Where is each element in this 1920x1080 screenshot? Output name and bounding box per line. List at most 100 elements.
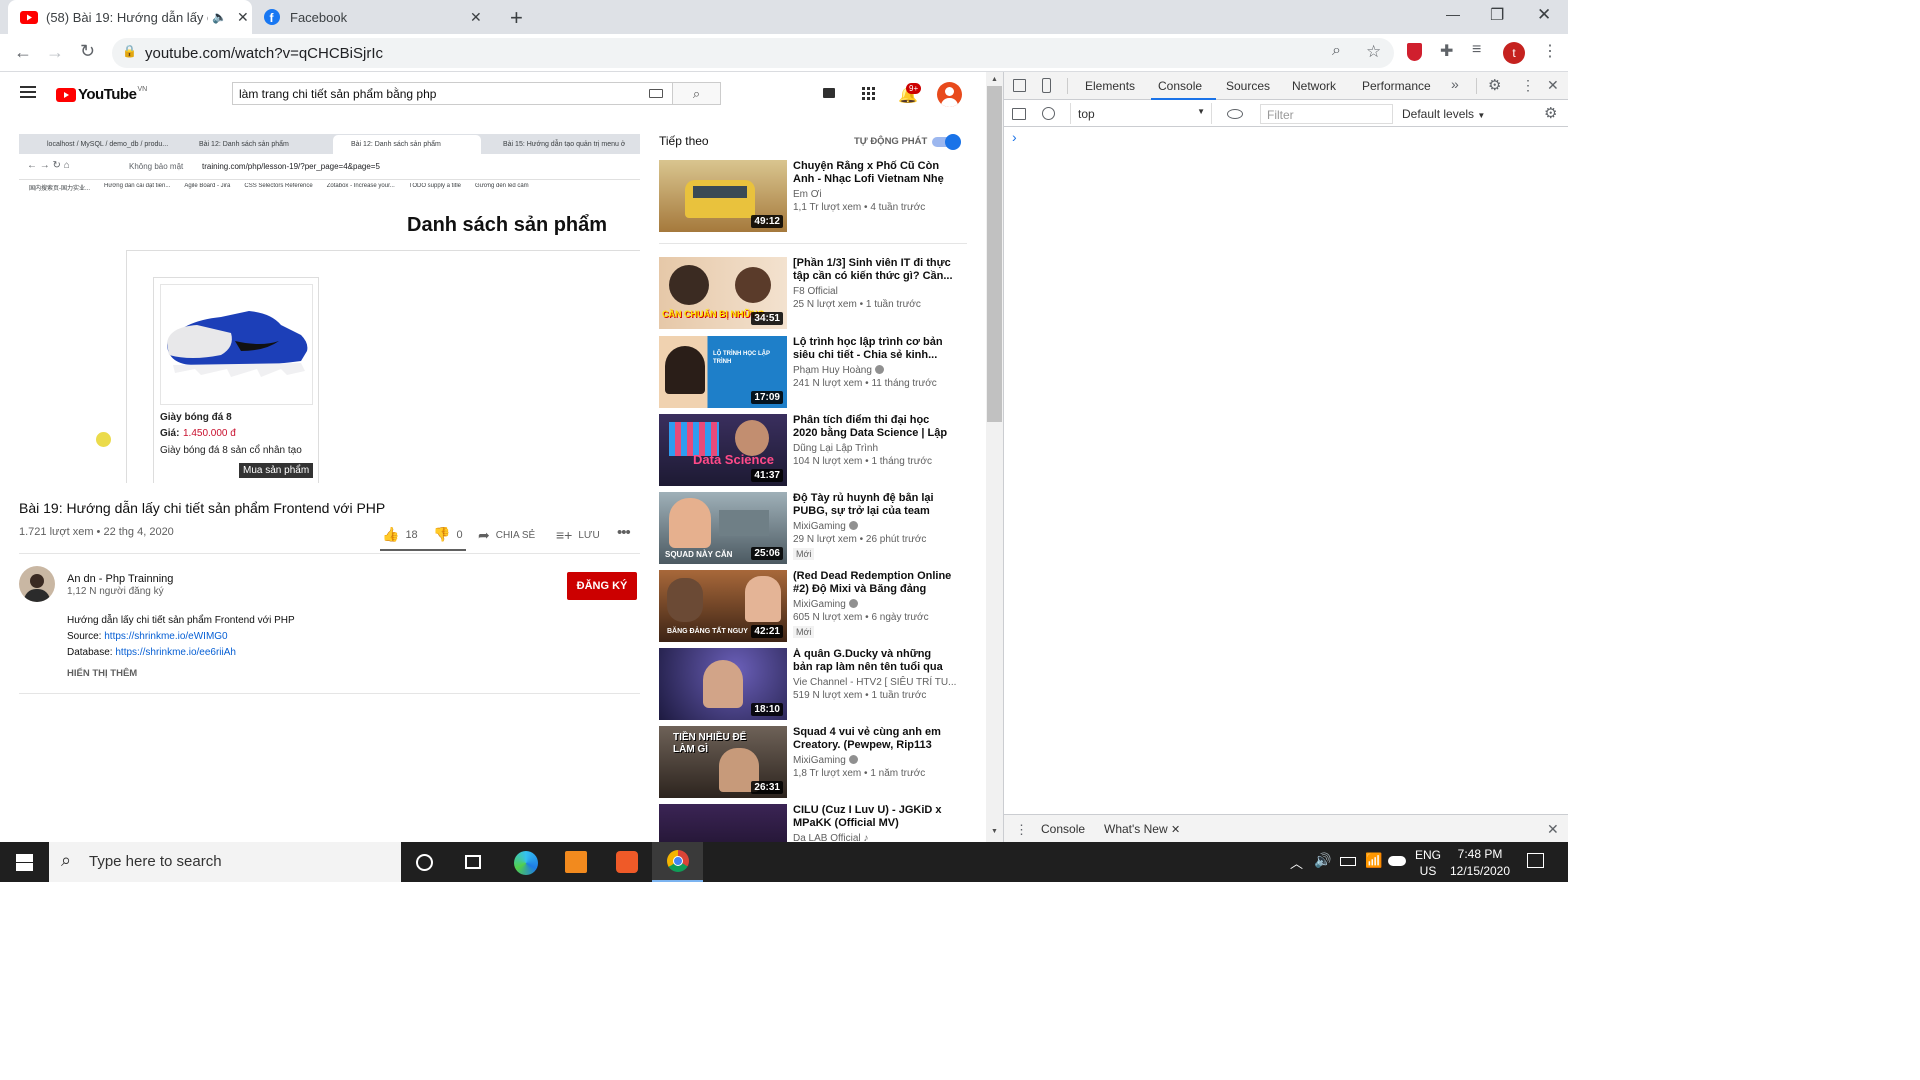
drawer-menu-icon[interactable]: ⋮	[1015, 822, 1028, 838]
video-thumbnail[interactable]: BĂNG ĐẢNG TẤT NGUY 42:21	[659, 570, 787, 642]
video-player[interactable]: localhost / MySQL / demo_db / produ... B…	[19, 134, 640, 483]
device-toolbar-icon[interactable]	[1042, 78, 1051, 93]
language-indicator[interactable]: ENG US	[1415, 847, 1441, 879]
related-video[interactable]: CILU (Cuz I Luv U) - JGKiD x MPaKK (Offi…	[659, 804, 969, 842]
channel-avatar[interactable]	[19, 566, 55, 602]
edge-icon[interactable]	[514, 851, 538, 875]
tab-elements[interactable]: Elements	[1085, 79, 1135, 93]
database-link[interactable]: https://shrinkme.io/ee6riiAh	[115, 647, 236, 658]
related-video[interactable]: BĂNG ĐẢNG TẤT NGUY 42:21 (Red Dead Redemp…	[659, 570, 969, 642]
tab-performance[interactable]: Performance	[1362, 79, 1431, 93]
action-center-icon[interactable]	[1527, 853, 1544, 868]
share-button[interactable]: ➦ CHIA SẺ	[478, 527, 535, 544]
related-video[interactable]: CẦN CHUẨN BỊ NHỮNG 34:51 [Phần 1/3] Sinh …	[659, 257, 969, 329]
related-video[interactable]: LỘ TRÌNH HỌC LẬP TRÌNH 17:09 Lộ trình học…	[659, 336, 969, 408]
app-orange-icon[interactable]	[616, 851, 638, 873]
show-sidebar-icon[interactable]	[1012, 108, 1026, 120]
channel-name[interactable]: An dn - Php Trainning	[67, 573, 173, 585]
video-thumbnail[interactable]	[659, 804, 787, 842]
search-input[interactable]: làm trang chi tiết sản phẩm bằng php	[232, 82, 673, 105]
show-more-button[interactable]: HIỂN THỊ THÊM	[67, 668, 137, 679]
devtools-menu-icon[interactable]: ⋮	[1521, 77, 1535, 94]
like-button[interactable]: 👍 18	[382, 526, 418, 543]
subscribe-button[interactable]: ĐĂNG KÝ	[567, 572, 637, 600]
video-thumbnail[interactable]: 18:10	[659, 648, 787, 720]
sublime-text-icon[interactable]	[565, 851, 587, 873]
more-actions-icon[interactable]: •••	[617, 524, 631, 541]
video-thumbnail[interactable]: Data Science 41:37	[659, 414, 787, 486]
close-window-button[interactable]: ✕	[1537, 5, 1551, 25]
minimize-button[interactable]: —	[1446, 6, 1460, 22]
context-selector[interactable]: top ▼	[1070, 103, 1212, 124]
video-thumbnail[interactable]: TIỀN NHIỀU ĐỂ LÀM GÌ 26:31	[659, 726, 787, 798]
onedrive-icon[interactable]	[1388, 856, 1406, 866]
media-queue-icon[interactable]: ≡	[1472, 41, 1481, 59]
source-link[interactable]: https://shrinkme.io/eWIMG0	[104, 631, 227, 642]
console-filter-input[interactable]: Filter	[1260, 104, 1393, 124]
hamburger-menu-icon[interactable]	[20, 86, 36, 98]
wifi-icon[interactable]: 📶	[1365, 852, 1382, 869]
save-button[interactable]: ≡+ LƯU	[556, 527, 600, 543]
drawer-tab-console[interactable]: Console	[1041, 822, 1085, 836]
related-video[interactable]: 49:12 Chuyện Rằng x Phố Cũ Còn Anh - Nhạ…	[659, 160, 969, 232]
taskbar-search-box[interactable]: ⌕ Type here to search	[49, 842, 401, 882]
chrome-menu-icon[interactable]: ⋮	[1542, 41, 1558, 61]
extensions-icon[interactable]: ✚	[1440, 41, 1453, 61]
tab-facebook[interactable]: f Facebook ✕	[254, 0, 498, 34]
volume-icon[interactable]: 🔊	[1314, 852, 1331, 869]
tab-sources[interactable]: Sources	[1226, 79, 1270, 93]
drawer-tab-close-icon[interactable]: ✕	[1171, 824, 1180, 836]
video-thumbnail[interactable]: LỘ TRÌNH HỌC LẬP TRÌNH 17:09	[659, 336, 787, 408]
tab-youtube[interactable]: (58) Bài 19: Hướng dẫn lấy chi tiết sản …	[8, 0, 252, 34]
apps-grid-icon[interactable]	[862, 87, 875, 100]
speaker-icon[interactable]: 🔈	[212, 10, 227, 24]
forward-icon[interactable]: →	[46, 42, 64, 63]
bookmark-star-icon[interactable]: ☆	[1366, 42, 1381, 62]
tab-console[interactable]: Console	[1158, 79, 1202, 93]
page-scrollbar[interactable]: ▲ ▼	[986, 72, 1003, 842]
related-video[interactable]: Data Science 41:37 Phân tích điểm thi đại…	[659, 414, 969, 486]
devtools-settings-icon[interactable]: ⚙	[1488, 76, 1501, 94]
tab-close-icon[interactable]: ✕	[470, 9, 482, 26]
tray-chevron-icon[interactable]: ︿	[1290, 853, 1303, 872]
keyboard-icon[interactable]	[649, 89, 663, 98]
address-bar[interactable]: 🔒 youtube.com/watch?v=qCHCBiSjrIc ⌕ ☆	[112, 38, 1394, 68]
live-expression-eye-icon[interactable]	[1227, 109, 1243, 119]
video-thumbnail[interactable]: CẦN CHUẨN BỊ NHỮNG 34:51	[659, 257, 787, 329]
drawer-tab-whats-new[interactable]: What's New ✕	[1104, 822, 1180, 836]
console-prompt[interactable]: ›	[1012, 129, 1017, 145]
cortana-icon[interactable]	[416, 854, 433, 871]
dislike-button[interactable]: 👎 0	[433, 526, 463, 543]
profile-avatar[interactable]: t	[1503, 42, 1525, 64]
clear-console-icon[interactable]	[1042, 107, 1055, 120]
lock-icon[interactable]: 🔒	[122, 44, 137, 58]
video-thumbnail[interactable]: SQUAD NÀY CĂN 25:06	[659, 492, 787, 564]
zoom-icon[interactable]: ⌕	[1332, 42, 1341, 60]
reload-icon[interactable]: ↻	[80, 41, 95, 62]
new-tab-icon[interactable]: +	[510, 5, 523, 31]
inspect-element-icon[interactable]	[1013, 79, 1026, 92]
account-avatar[interactable]	[937, 82, 962, 107]
log-levels-dropdown[interactable]: Default levels ▼	[1402, 107, 1485, 121]
chrome-taskbar-item[interactable]	[652, 842, 703, 882]
tab-close-icon[interactable]: ✕	[237, 9, 249, 26]
extension-shield-icon[interactable]	[1407, 43, 1422, 61]
back-icon[interactable]: ←	[14, 42, 32, 63]
windows-start-icon[interactable]	[16, 854, 33, 871]
buy-button[interactable]: Mua sản phẩm	[239, 463, 314, 478]
task-view-icon[interactable]	[465, 855, 481, 869]
battery-icon[interactable]	[1340, 857, 1356, 866]
restore-button[interactable]: ❐	[1490, 5, 1504, 25]
related-video[interactable]: 18:10 Á quân G.Ducky và những bản rap là…	[659, 648, 969, 720]
search-button[interactable]: ⌕	[673, 82, 721, 105]
create-video-icon[interactable]	[823, 88, 835, 98]
autoplay-toggle[interactable]	[932, 134, 961, 150]
related-video[interactable]: SQUAD NÀY CĂN 25:06 Độ Tày rủ huynh đệ bắ…	[659, 492, 969, 564]
tab-network[interactable]: Network	[1292, 79, 1336, 93]
clock[interactable]: 7:48 PM 12/15/2020	[1446, 846, 1514, 880]
video-thumbnail[interactable]: 49:12	[659, 160, 787, 232]
youtube-logo[interactable]: YouTube VN	[56, 86, 147, 103]
devtools-close-icon[interactable]: ✕	[1547, 77, 1559, 94]
more-tabs-icon[interactable]: »	[1451, 76, 1459, 92]
console-settings-icon[interactable]: ⚙	[1544, 104, 1557, 122]
